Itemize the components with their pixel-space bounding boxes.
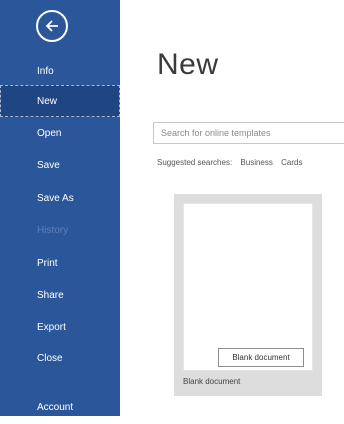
template-tooltip: Blank document bbox=[218, 348, 304, 367]
sidebar-item-export[interactable]: Export bbox=[0, 312, 120, 344]
template-thumbnail[interactable] bbox=[183, 203, 313, 371]
suggested-searches: Suggested searches: Business Cards bbox=[157, 158, 308, 167]
sidebar-item-history: History bbox=[37, 225, 69, 236]
back-arrow-icon bbox=[45, 20, 58, 32]
sidebar-item-info[interactable]: Info bbox=[0, 56, 120, 88]
blank-document-template[interactable]: Blank document Blank document bbox=[174, 194, 322, 396]
sidebar-item-open[interactable]: Open bbox=[0, 118, 120, 150]
search-input[interactable] bbox=[154, 123, 344, 143]
page-title: New bbox=[157, 48, 219, 81]
suggested-search-cards[interactable]: Cards bbox=[281, 158, 302, 167]
sidebar-item-save[interactable]: Save bbox=[0, 150, 120, 182]
sidebar-item-new[interactable]: New bbox=[0, 85, 120, 117]
sidebar-item-share[interactable]: Share bbox=[0, 280, 120, 312]
sidebar-item-close[interactable]: Close bbox=[0, 343, 120, 375]
template-name: Blank document bbox=[183, 377, 241, 386]
backstage-sidebar: Info New Open Save Save As History Print… bbox=[0, 0, 120, 416]
sidebar-item-print[interactable]: Print bbox=[0, 248, 120, 280]
back-button[interactable] bbox=[36, 10, 68, 42]
template-search-box[interactable] bbox=[153, 122, 344, 144]
suggested-searches-label: Suggested searches: bbox=[157, 158, 233, 167]
suggested-search-business[interactable]: Business bbox=[240, 158, 272, 167]
sidebar-item-save-as[interactable]: Save As bbox=[0, 183, 120, 215]
sidebar-item-account[interactable]: Account bbox=[0, 392, 120, 424]
